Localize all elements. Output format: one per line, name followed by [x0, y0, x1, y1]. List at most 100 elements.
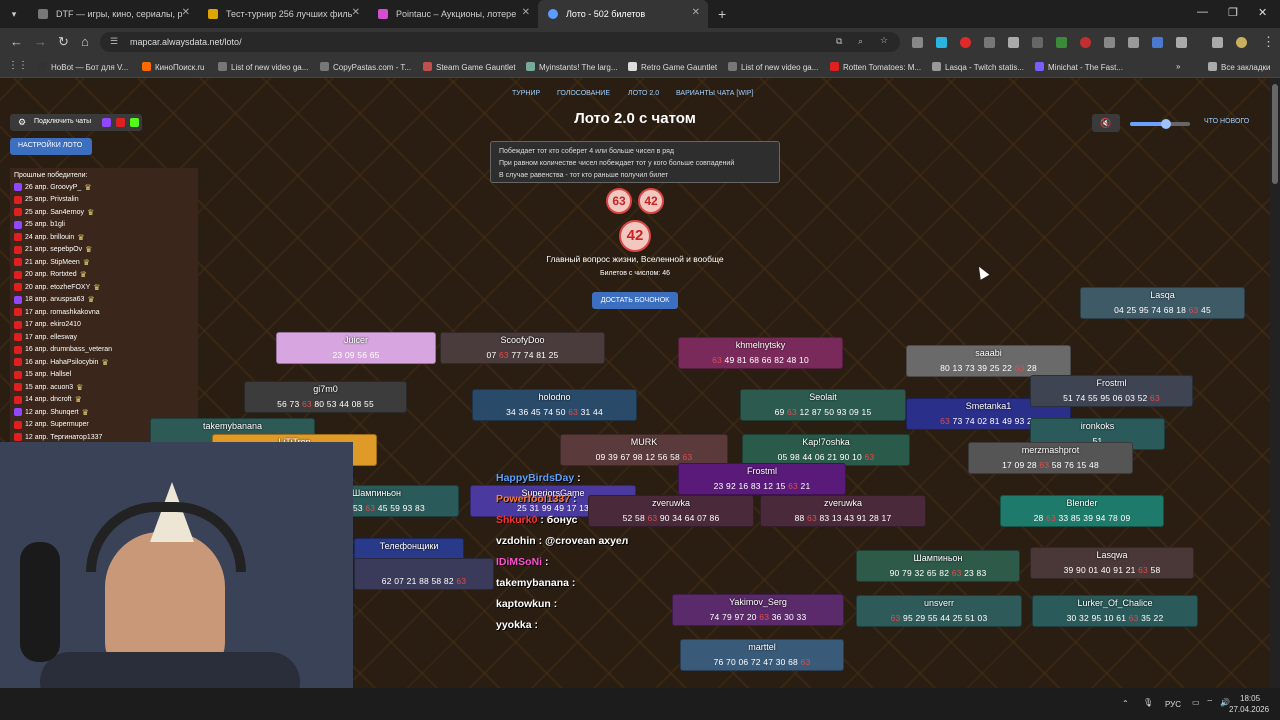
- bookmark[interactable]: HoBot — Бот для V...: [38, 62, 128, 72]
- ticket-number: 83: [819, 513, 830, 523]
- extension-icon[interactable]: [1056, 37, 1067, 48]
- minimize-button[interactable]: —: [1197, 6, 1208, 18]
- extension-icon[interactable]: [984, 37, 995, 48]
- ticket-number: 04: [1114, 305, 1124, 315]
- ticket-numbers: 62 07 21 88 58 82 63: [355, 573, 493, 589]
- extension-icon[interactable]: [1008, 37, 1019, 48]
- site-info-icon[interactable]: ☰: [110, 36, 118, 47]
- bookmark[interactable]: Minichat - The Fast...: [1035, 62, 1123, 72]
- ticket-number: 98: [790, 452, 800, 462]
- zoom-icon[interactable]: ⌕: [858, 36, 863, 47]
- twitch-icon[interactable]: [102, 118, 111, 127]
- loto-settings-button[interactable]: НАСТРОЙКИ ЛОТО: [10, 138, 92, 155]
- ticket-card: Lasqa 04 25 95 74 68 18 63 45: [1080, 287, 1245, 319]
- ticket-number: 63: [1039, 460, 1050, 470]
- language-indicator[interactable]: РУС: [1165, 700, 1181, 709]
- back-icon[interactable]: ←: [10, 34, 23, 49]
- puzzle-icon[interactable]: [1176, 37, 1187, 48]
- nav-chat-variants[interactable]: ВАРИАНТЫ ЧАТА [WIP]: [676, 90, 754, 97]
- bookmark[interactable]: Rotten Tomatoes: M...: [830, 62, 921, 72]
- translate-icon[interactable]: ⧉: [836, 36, 842, 47]
- winner-row: 17 апр. ellesway: [14, 331, 194, 344]
- ticket-number: 56: [357, 350, 368, 360]
- extension-icon[interactable]: [960, 37, 971, 48]
- nav-loto[interactable]: ЛОТО 2.0: [628, 90, 659, 97]
- tab-dtf[interactable]: DTF — игры, кино, сериалы, р ✕: [28, 0, 198, 28]
- media-icon[interactable]: [1212, 37, 1223, 48]
- close-icon[interactable]: ✕: [522, 7, 530, 18]
- close-icon[interactable]: ✕: [692, 7, 700, 18]
- bookmark[interactable]: CopyPastas.com - T...: [320, 62, 411, 72]
- kick-icon[interactable]: [130, 118, 139, 127]
- ticket-number: 63: [864, 452, 875, 462]
- avatar[interactable]: [1236, 37, 1247, 48]
- ticket-number: 87: [811, 407, 822, 417]
- apps-icon[interactable]: ⋮⋮: [8, 60, 28, 71]
- crown-icon: ♛: [84, 182, 92, 192]
- extension-icon[interactable]: [912, 37, 923, 48]
- address-bar[interactable]: ☰ mapcar.alwaysdata.net/loto/ ⧉ ⌕ ☆: [100, 32, 900, 52]
- ticket-number: 79: [722, 612, 732, 622]
- chevron-right-icon[interactable]: »: [1176, 62, 1180, 71]
- extension-icon[interactable]: [1080, 37, 1091, 48]
- ticket-owner: MURK: [630, 437, 658, 447]
- volume-slider[interactable]: [1130, 119, 1190, 129]
- draw-barrel-button[interactable]: ДОСТАТЬ БОЧОНОК: [592, 292, 678, 309]
- youtube-icon[interactable]: [116, 118, 125, 127]
- tab-tournament[interactable]: Тест-турнир 256 лучших филь ✕: [198, 0, 368, 28]
- ticket-number: 63: [682, 452, 693, 462]
- home-icon[interactable]: ⌂: [81, 34, 89, 49]
- bookmark[interactable]: Myinstants! The larg...: [526, 62, 618, 72]
- chevron-up-icon[interactable]: ⌃: [1122, 699, 1129, 708]
- twitch-icon: [14, 183, 22, 192]
- bookmark[interactable]: Lasqa - Twitch statis...: [932, 62, 1024, 72]
- nav-tournament[interactable]: ТУРНИР: [512, 90, 540, 97]
- tab-loto[interactable]: Лото - 502 билетов ✕: [538, 0, 708, 28]
- extension-icon[interactable]: [936, 37, 947, 48]
- bookmark[interactable]: Steam Game Gauntlet: [423, 62, 516, 72]
- ticket-owner: Шампиньон: [913, 553, 963, 563]
- tab-pointauc[interactable]: Pointauc – Аукционы, лотере ✕: [368, 0, 538, 28]
- network-icon[interactable]: ⌔: [1206, 698, 1214, 708]
- scrollbar-thumb[interactable]: [1272, 84, 1278, 184]
- clock-time[interactable]: 18:05: [1240, 694, 1260, 703]
- whats-new-link[interactable]: ЧТО НОВОГО: [1204, 118, 1249, 125]
- ticket-number: 58: [670, 452, 680, 462]
- youtube-icon: [14, 233, 22, 242]
- ticket-number: 45: [530, 407, 541, 417]
- connect-chats-button[interactable]: ⚙ Подключить чаты: [10, 114, 142, 131]
- extension-icon[interactable]: [1104, 37, 1115, 48]
- scrollbar[interactable]: [1270, 78, 1280, 688]
- display-icon[interactable]: ▭: [1192, 698, 1200, 707]
- extension-icon[interactable]: [1032, 37, 1043, 48]
- extension-icon[interactable]: [1152, 37, 1163, 48]
- new-tab-button[interactable]: +: [718, 6, 726, 22]
- nav-voting[interactable]: ГОЛОСОВАНИЕ: [557, 90, 610, 97]
- close-icon[interactable]: ✕: [352, 7, 360, 18]
- mute-icon[interactable]: 🔇: [1092, 114, 1120, 132]
- microphone-icon[interactable]: 🎙: [1143, 698, 1153, 707]
- volume-knob[interactable]: [1161, 119, 1171, 129]
- bookmark-star-icon[interactable]: ☆: [880, 35, 888, 46]
- reload-icon[interactable]: ↻: [58, 34, 69, 50]
- all-bookmarks[interactable]: Все закладки: [1208, 62, 1270, 72]
- menu-icon[interactable]: ⋮: [1262, 34, 1275, 50]
- bookmark[interactable]: Retro Game Gauntlet: [628, 62, 717, 72]
- bookmark[interactable]: List of new video ga...: [218, 62, 308, 72]
- clock-date[interactable]: 27.04.2026: [1229, 705, 1269, 714]
- maximize-button[interactable]: ❐: [1228, 6, 1238, 19]
- forward-icon[interactable]: →: [34, 34, 47, 49]
- ticket-number: 86: [709, 513, 720, 523]
- close-window-button[interactable]: ✕: [1258, 6, 1267, 19]
- ticket-number: 55: [927, 613, 938, 623]
- bookmark[interactable]: КиноПоиск.ru: [142, 62, 205, 72]
- youtube-icon: [14, 208, 22, 217]
- close-icon[interactable]: ✕: [182, 7, 190, 18]
- ticket-numbers: 69 63 12 87 50 93 09 15: [741, 404, 905, 420]
- bookmark[interactable]: List of new video ga...: [728, 62, 818, 72]
- extension-icon[interactable]: [1128, 37, 1139, 48]
- tab-list-button[interactable]: ▾: [0, 0, 28, 28]
- winner-row: 26 апр. GroovyP_ ♛: [14, 181, 194, 194]
- connect-chats-label: Подключить чаты: [34, 118, 92, 125]
- ticket-card: Frostml 51 74 55 95 06 03 52 63: [1030, 375, 1193, 407]
